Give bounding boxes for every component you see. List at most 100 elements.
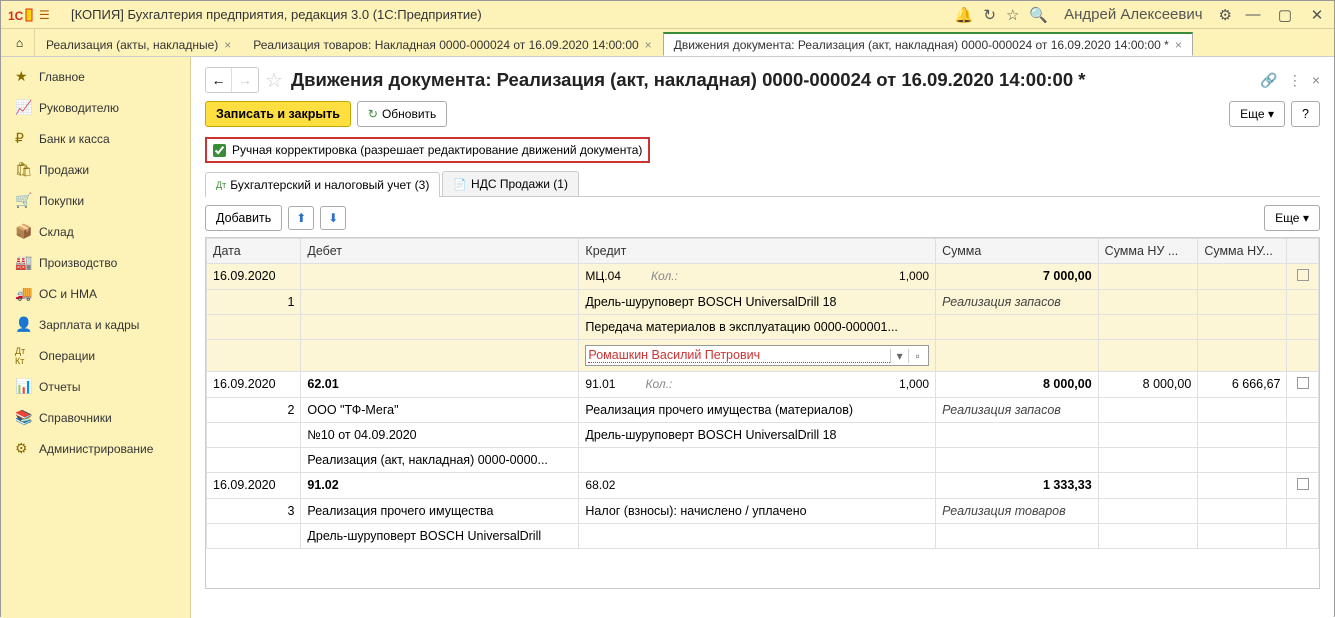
cell-debit-line[interactable]: Дрель-шуруповерт BOSCH UniversalDrill (301, 524, 579, 549)
cell-nu1[interactable]: 8 000,00 (1098, 372, 1198, 398)
cell-debit-line[interactable] (301, 340, 579, 372)
cell-date[interactable]: 16.09.2020 (207, 473, 301, 499)
sidebar-item-sales[interactable]: 🛍Продажи (1, 154, 190, 185)
tab-2[interactable]: Движения документа: Реализация (акт, нак… (663, 32, 1193, 56)
forward-icon[interactable]: → (232, 68, 258, 92)
cell-credit-line[interactable]: Передача материалов в эксплуатацию 0000-… (579, 315, 936, 340)
cell-rownum[interactable]: 1 (207, 290, 301, 315)
manual-edit-checkbox[interactable] (213, 144, 226, 157)
sidebar-item-reports[interactable]: 📊Отчеты (1, 371, 190, 402)
cell-sum[interactable]: 8 000,00 (936, 372, 1099, 398)
settings-icon[interactable]: ⚙ (1219, 6, 1232, 24)
cell-debit-line[interactable]: Реализация прочего имущества (301, 499, 579, 524)
col-debit[interactable]: Дебет (301, 239, 579, 264)
col-credit[interactable]: Кредит (579, 239, 936, 264)
cell-check[interactable] (1287, 473, 1319, 499)
table-row[interactable]: 16.09.2020 МЦ.04Кол.:1,000 7 000,00 (207, 264, 1319, 290)
close-icon[interactable]: ✕ (1306, 6, 1328, 24)
help-button[interactable]: ? (1291, 101, 1320, 127)
cell-check[interactable] (1287, 372, 1319, 398)
more-button[interactable]: Еще ▾ (1229, 101, 1285, 127)
menu-icon[interactable]: ☰ (39, 8, 61, 22)
table-row[interactable]: 16.09.2020 91.02 68.02 1 333,33 (207, 473, 1319, 499)
cell-debit-line[interactable]: Реализация (акт, накладная) 0000-0000... (301, 448, 579, 473)
sidebar-item-production[interactable]: 🏭Производство (1, 247, 190, 278)
tab-0[interactable]: Реализация (акты, накладные)× (35, 32, 242, 56)
cell-nu1[interactable] (1098, 264, 1198, 290)
bell-icon[interactable]: 🔔 (955, 6, 974, 24)
table-subrow[interactable]: ▾▫ (207, 340, 1319, 372)
cell-check[interactable] (1287, 264, 1319, 290)
table-subrow[interactable]: Реализация (акт, накладная) 0000-0000... (207, 448, 1319, 473)
col-date[interactable]: Дата (207, 239, 301, 264)
cell-credit-line[interactable]: Реализация прочего имущества (материалов… (579, 398, 936, 423)
cell-sum[interactable]: 1 333,33 (936, 473, 1099, 499)
cell-credit-line[interactable]: Дрель-шуруповерт BOSCH UniversalDrill 18 (579, 290, 936, 315)
add-button[interactable]: Добавить (205, 205, 282, 231)
cell-credit-account[interactable]: МЦ.04Кол.:1,000 (579, 264, 936, 290)
cell-date[interactable]: 16.09.2020 (207, 264, 301, 290)
col-nu2[interactable]: Сумма НУ... (1198, 239, 1287, 264)
sidebar-item-bank[interactable]: ₽Банк и касса (1, 123, 190, 154)
cell-date[interactable]: 16.09.2020 (207, 372, 301, 398)
cell-debit-line[interactable] (301, 290, 579, 315)
sidebar-item-operations[interactable]: ДтКтОперации (1, 340, 190, 371)
link-icon[interactable]: 🔗 (1260, 72, 1277, 89)
cell-sum-label[interactable]: Реализация товаров (936, 499, 1099, 524)
cell-debit-account[interactable]: 91.02 (301, 473, 579, 499)
save-close-button[interactable]: Записать и закрыть (205, 101, 351, 127)
table-subrow[interactable]: 1 Дрель-шуруповерт BOSCH UniversalDrill 1… (207, 290, 1319, 315)
sidebar-item-hr[interactable]: 👤Зарплата и кадры (1, 309, 190, 340)
cell-nu1[interactable] (1098, 473, 1198, 499)
back-icon[interactable]: ← (206, 68, 232, 92)
cell-debit-line[interactable]: ООО "ТФ-Мега" (301, 398, 579, 423)
table-subrow[interactable]: 3Реализация прочего имуществаНалог (взно… (207, 499, 1319, 524)
col-check[interactable] (1287, 239, 1319, 264)
history-icon[interactable]: ↻ (983, 6, 996, 24)
cell-credit-edit[interactable]: ▾▫ (579, 340, 936, 372)
cell-credit-line[interactable]: Налог (взносы): начислено / уплачено (579, 499, 936, 524)
tab-vat[interactable]: 📄НДС Продажи (1) (442, 171, 579, 196)
table-subrow[interactable]: Дрель-шуруповерт BOSCH UniversalDrill (207, 524, 1319, 549)
sidebar-item-main[interactable]: ★Главное (1, 61, 190, 92)
tab-close-icon[interactable]: × (1175, 38, 1182, 52)
cell-nu2[interactable]: 6 666,67 (1198, 372, 1287, 398)
col-nu1[interactable]: Сумма НУ ... (1098, 239, 1198, 264)
credit-edit-input[interactable] (588, 348, 890, 363)
cell-sum[interactable]: 7 000,00 (936, 264, 1099, 290)
sidebar-item-warehouse[interactable]: 📦Склад (1, 216, 190, 247)
minimize-icon[interactable]: — (1242, 6, 1264, 23)
cell-rownum[interactable]: 2 (207, 398, 301, 423)
favorite-toggle-icon[interactable]: ☆ (265, 68, 283, 93)
col-sum[interactable]: Сумма (936, 239, 1099, 264)
table-row[interactable]: 16.09.2020 62.01 91.01Кол.:1,000 8 000,0… (207, 372, 1319, 398)
manual-edit-checkbox-row[interactable]: Ручная корректировка (разрешает редактир… (205, 137, 650, 163)
sidebar-item-manager[interactable]: 📈Руководителю (1, 92, 190, 123)
refresh-button[interactable]: ↻Обновить (357, 101, 447, 127)
table-subrow[interactable]: Передача материалов в эксплуатацию 0000-… (207, 315, 1319, 340)
sidebar-item-catalogs[interactable]: 📚Справочники (1, 402, 190, 433)
cell-sum-label[interactable]: Реализация запасов (936, 398, 1099, 423)
cell-debit-account[interactable] (301, 264, 579, 290)
tab-close-icon[interactable]: × (645, 38, 652, 52)
dropdown-icon[interactable]: ▾ (890, 349, 908, 363)
cell-rownum[interactable]: 3 (207, 499, 301, 524)
tab-close-icon[interactable]: × (224, 38, 231, 52)
table-subrow[interactable]: №10 от 04.09.2020Дрель-шуруповерт BOSCH … (207, 423, 1319, 448)
tab-accounting[interactable]: ДтБухгалтерский и налоговый учет (3) (205, 172, 440, 197)
cell-debit-line[interactable]: №10 от 04.09.2020 (301, 423, 579, 448)
cell-debit-line[interactable] (301, 315, 579, 340)
user-label[interactable]: Андрей Алексеевич (1064, 6, 1202, 23)
cell-credit-account[interactable]: 91.01Кол.:1,000 (579, 372, 936, 398)
move-down-button[interactable]: ⬇ (320, 206, 346, 230)
table-more-button[interactable]: Еще ▾ (1264, 205, 1320, 231)
cell-nu2[interactable] (1198, 264, 1287, 290)
cell-debit-account[interactable]: 62.01 (301, 372, 579, 398)
home-tab[interactable]: ⌂ (5, 29, 35, 56)
kebab-icon[interactable]: ⋮ (1288, 72, 1302, 89)
cell-nu2[interactable] (1198, 473, 1287, 499)
tab-1[interactable]: Реализация товаров: Накладная 0000-00002… (242, 32, 662, 56)
cell-credit-line[interactable]: Дрель-шуруповерт BOSCH UniversalDrill 18 (579, 423, 936, 448)
table-subrow[interactable]: 2ООО "ТФ-Мега"Реализация прочего имущест… (207, 398, 1319, 423)
cell-sum-label[interactable]: Реализация запасов (936, 290, 1099, 315)
